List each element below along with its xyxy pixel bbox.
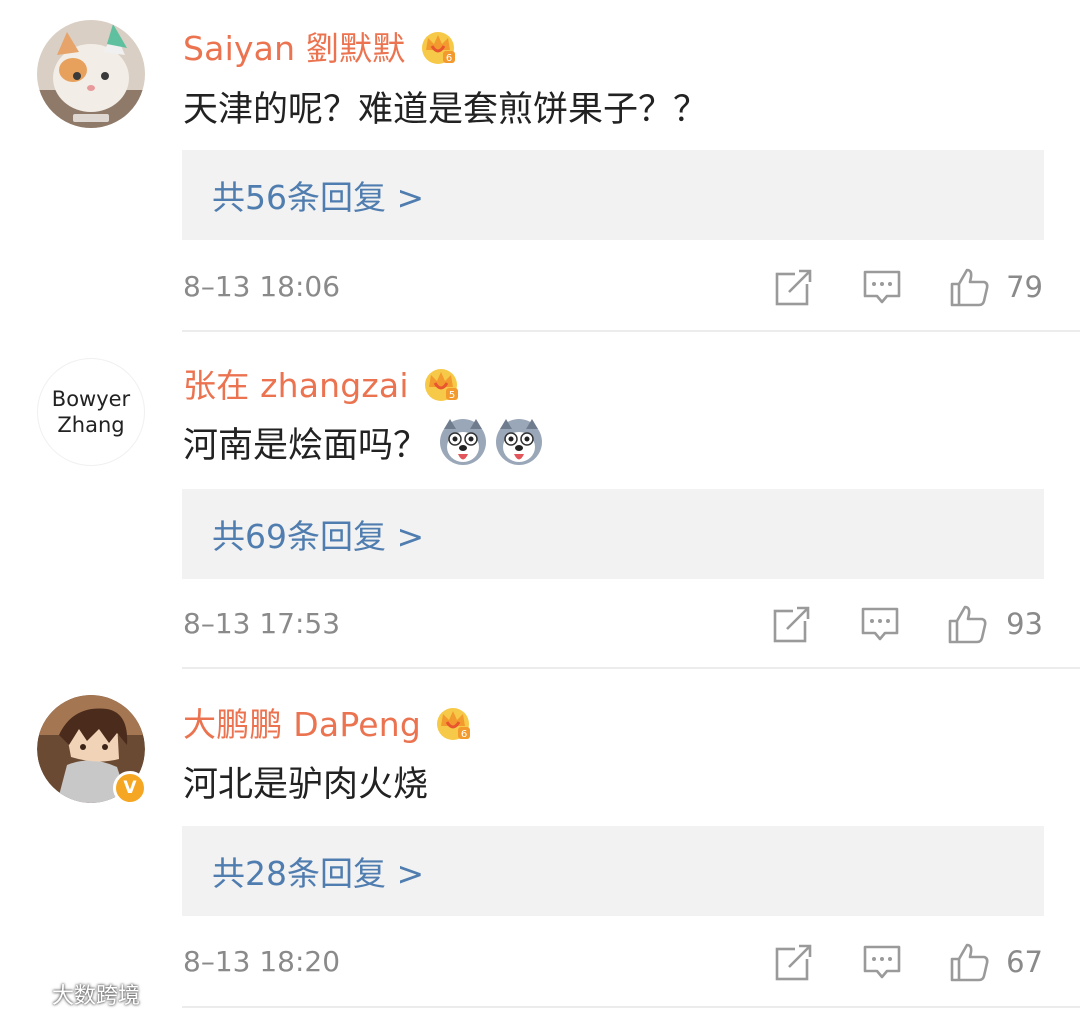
svg-text:6: 6 bbox=[461, 729, 467, 740]
comment-icon[interactable] bbox=[859, 603, 901, 645]
comment-text: 天津的呢？难道是套煎饼果子？？ bbox=[183, 89, 709, 130]
svg-text:6: 6 bbox=[445, 53, 451, 64]
like-icon[interactable] bbox=[948, 266, 990, 308]
crown-level-icon: 5 bbox=[424, 369, 458, 401]
comment-footer: 8–13 18:06 79 bbox=[183, 262, 1045, 312]
username-row: 张在 zhangzai 5 bbox=[183, 358, 461, 408]
view-replies-link[interactable]: 共69条回复 > bbox=[212, 510, 424, 558]
like-icon[interactable] bbox=[946, 603, 988, 645]
like-count: 67 bbox=[1006, 945, 1043, 979]
repost-icon[interactable] bbox=[773, 941, 815, 983]
timestamp: 8–13 18:20 bbox=[183, 945, 341, 978]
comment-icon[interactable] bbox=[861, 266, 903, 308]
reply-box[interactable]: 共69条回复 > bbox=[182, 489, 1044, 579]
avatar-text: Zhang bbox=[57, 413, 125, 437]
svg-text:5: 5 bbox=[449, 390, 455, 401]
divider bbox=[182, 1006, 1080, 1008]
avatar-text: Bowyer bbox=[51, 387, 131, 411]
username-row: Saiyan 劉默默 6 bbox=[183, 21, 458, 71]
weibo-logo-icon bbox=[10, 983, 47, 1008]
like-icon[interactable] bbox=[948, 941, 990, 983]
divider bbox=[182, 330, 1080, 332]
username-row: 大鹏鹏 DaPeng 6 bbox=[183, 697, 473, 747]
crown-level-icon: 6 bbox=[437, 708, 471, 740]
username[interactable]: Saiyan 劉默默 bbox=[183, 22, 406, 70]
reply-box[interactable]: 共28条回复 > bbox=[182, 826, 1044, 916]
view-replies-link[interactable]: 共28条回复 > bbox=[212, 847, 424, 895]
comment-footer: 8–13 17:53 93 bbox=[183, 599, 1045, 649]
watermark-text: 大数跨境 bbox=[52, 984, 141, 1009]
username[interactable]: 张在 zhangzai bbox=[183, 359, 409, 407]
husky-emoji-icon bbox=[440, 419, 487, 465]
repost-icon[interactable] bbox=[773, 266, 815, 308]
avatar[interactable]: Bowyer Zhang bbox=[37, 358, 145, 466]
comment-text: 河北是驴肉火烧 bbox=[183, 764, 429, 805]
repost-icon[interactable] bbox=[771, 603, 813, 645]
reply-box[interactable]: 共56条回复 > bbox=[182, 150, 1044, 240]
comment-text: 河南是烩面吗？ bbox=[183, 425, 429, 466]
timestamp: 8–13 18:06 bbox=[183, 270, 341, 303]
verified-badge-letter: V bbox=[123, 778, 137, 798]
divider bbox=[182, 667, 1080, 669]
comment-footer: 8–13 18:20 67 bbox=[183, 937, 1045, 987]
comment-icon[interactable] bbox=[861, 941, 903, 983]
timestamp: 8–13 17:53 bbox=[183, 607, 341, 640]
avatar[interactable]: V bbox=[37, 695, 147, 805]
watermark: 大数跨境 bbox=[8, 978, 140, 1010]
username[interactable]: 大鹏鹏 DaPeng bbox=[183, 698, 421, 746]
like-count: 79 bbox=[1006, 270, 1043, 304]
verified-badge: V bbox=[113, 771, 147, 805]
husky-emoji-icon bbox=[496, 419, 543, 465]
avatar[interactable] bbox=[37, 20, 145, 128]
crown-level-icon: 6 bbox=[421, 32, 455, 64]
comment-content: 河南是烩面吗？ bbox=[183, 414, 544, 470]
like-count: 93 bbox=[1006, 607, 1043, 641]
view-replies-link[interactable]: 共56条回复 > bbox=[212, 171, 424, 219]
